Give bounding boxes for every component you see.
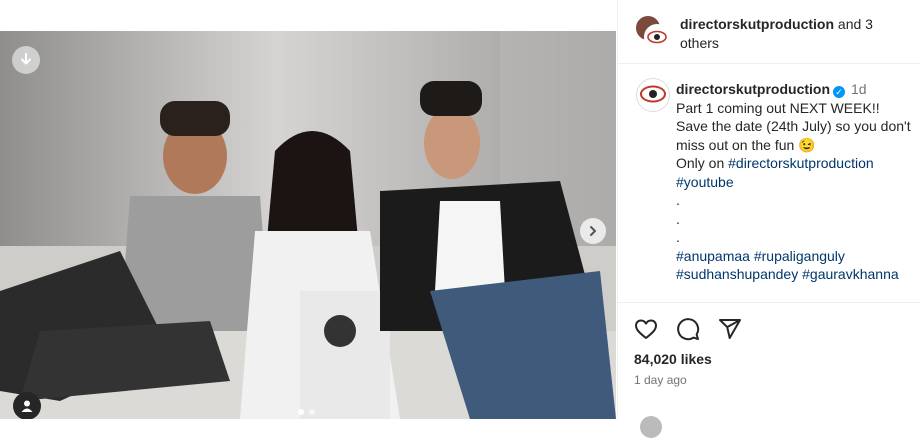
- post-side-panel: directorskutproduction and 3 others dire…: [617, 0, 920, 438]
- caption-avatar[interactable]: [636, 78, 670, 112]
- eye-logo-icon: [640, 85, 666, 103]
- likes-count[interactable]: 84,020 likes: [634, 351, 712, 367]
- hashtag-link[interactable]: #gauravkhanna: [802, 266, 899, 282]
- caption-dot: .: [676, 192, 680, 208]
- heart-icon[interactable]: [634, 317, 658, 341]
- caption-line: Part 1 coming out NEXT WEEK!!: [676, 99, 880, 116]
- comment-icon[interactable]: [676, 317, 700, 341]
- tagged-users-button[interactable]: [13, 392, 41, 419]
- carousel-next-button[interactable]: [580, 218, 606, 244]
- chevron-right-icon: [590, 226, 596, 236]
- caption-username[interactable]: directorskutproduction: [676, 81, 830, 97]
- post-photo: [0, 31, 616, 419]
- post-actions: 84,020 likes 1 day ago: [618, 302, 920, 438]
- post-media[interactable]: [0, 31, 616, 419]
- author-username[interactable]: directorskutproduction: [680, 16, 834, 32]
- carousel-indicator: [298, 409, 315, 415]
- hashtag-link[interactable]: #anupamaa: [676, 248, 750, 264]
- verified-badge-icon: ✓: [833, 86, 846, 98]
- caption-line: Save the date (24th July) so you don't m…: [676, 118, 911, 153]
- download-icon: [21, 53, 31, 65]
- caption-dot: .: [676, 210, 680, 227]
- post-header: directorskutproduction and 3 others: [618, 0, 920, 64]
- caption-text: directorskutproduction ✓ 1d Part 1 coming …: [676, 80, 916, 284]
- caption-dot: .: [676, 229, 680, 245]
- hashtag-link[interactable]: #sudhanshupandey: [676, 266, 798, 282]
- hashtag-link[interactable]: #directorskutproduction: [728, 155, 874, 171]
- action-icons: [634, 317, 742, 341]
- post-time[interactable]: 1d: [851, 81, 867, 97]
- carousel-dot: [309, 409, 315, 415]
- avatar: [644, 24, 670, 50]
- download-button[interactable]: [12, 46, 40, 74]
- avatar: [640, 416, 662, 438]
- post-authors: directorskutproduction and 3 others: [680, 15, 905, 53]
- hashtag-link[interactable]: #rupaliganguly: [754, 248, 845, 264]
- hashtag-link[interactable]: #youtube: [676, 174, 734, 190]
- share-icon[interactable]: [718, 317, 742, 341]
- collab-avatars[interactable]: [634, 14, 670, 50]
- user-icon: [21, 400, 33, 412]
- eye-logo-icon: [647, 30, 667, 44]
- post-date[interactable]: 1 day ago: [634, 373, 687, 387]
- carousel-dot: [298, 409, 304, 415]
- caption-line: Only on: [676, 155, 729, 171]
